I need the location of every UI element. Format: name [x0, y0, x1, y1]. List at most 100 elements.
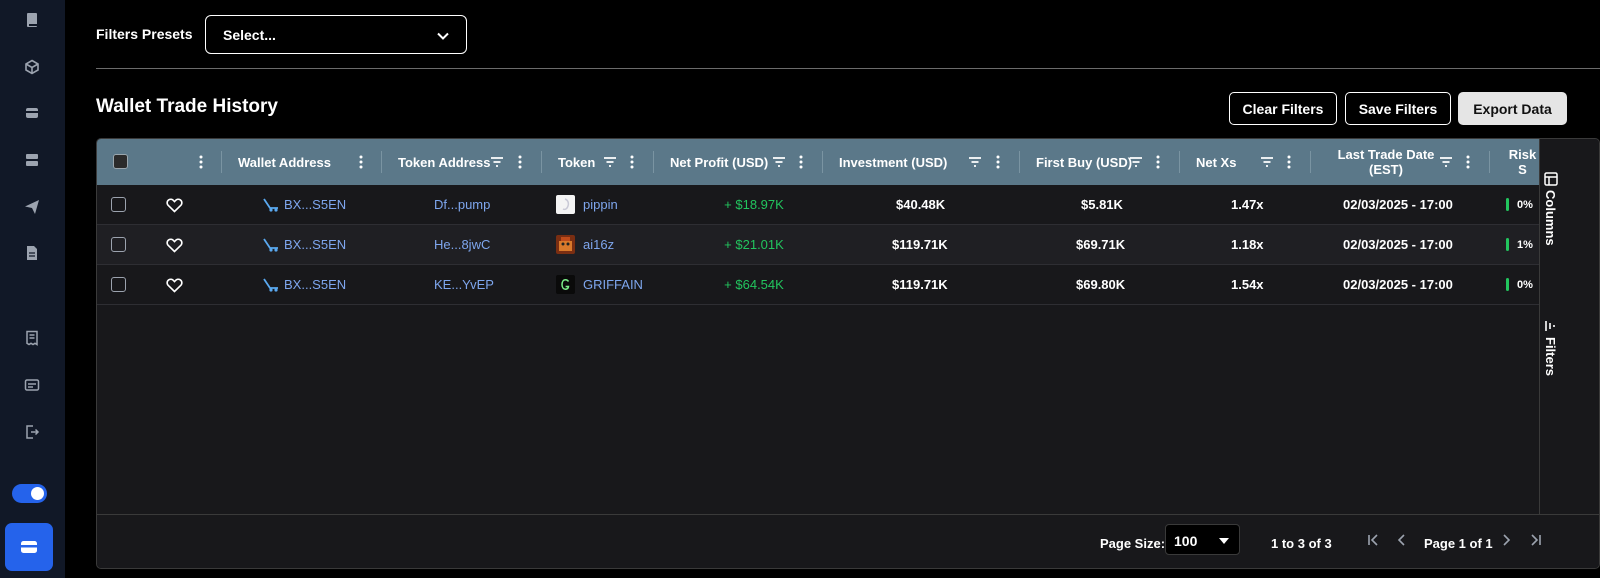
export-data-button[interactable]: Export Data: [1458, 92, 1567, 125]
header-separator: [1179, 151, 1180, 173]
token-address-cell[interactable]: Df...pump: [434, 185, 490, 224]
heart-icon[interactable]: [166, 237, 183, 253]
row-checkbox[interactable]: [111, 237, 126, 252]
first-buy-cell: $69.71K: [1076, 237, 1126, 252]
wallet-type-icon: [263, 238, 278, 252]
filter-icon[interactable]: [967, 154, 983, 170]
header-token[interactable]: Token: [558, 139, 595, 185]
wallet-icon: [21, 541, 37, 553]
columns-tab[interactable]: Columns: [1543, 172, 1558, 246]
column-menu-icon[interactable]: [193, 154, 209, 170]
active-wallet-nav[interactable]: [5, 523, 53, 571]
token-cell[interactable]: GRIFFAIN: [556, 265, 643, 304]
token-cell[interactable]: ai16z: [556, 225, 614, 264]
net-profit-cell: + $21.01K: [724, 237, 784, 252]
column-menu-icon[interactable]: [512, 154, 528, 170]
cube-icon[interactable]: [21, 56, 43, 78]
column-menu-icon[interactable]: [624, 154, 640, 170]
net-profit-cell: + $64.54K: [724, 277, 784, 292]
header-investment[interactable]: Investment (USD): [839, 139, 947, 185]
select-all-checkbox[interactable]: [113, 154, 128, 169]
wallet-address-cell[interactable]: BX...S5EN: [263, 185, 346, 224]
column-menu-icon[interactable]: [1281, 154, 1297, 170]
column-menu-icon[interactable]: [1150, 154, 1166, 170]
column-menu-icon[interactable]: [1460, 154, 1476, 170]
risk-indicator: [1506, 198, 1509, 211]
chevron-down-icon: [437, 32, 449, 40]
risk-cell: 0%: [1506, 265, 1533, 304]
token-address-cell[interactable]: He...8jwC: [434, 225, 490, 264]
table-row[interactable]: BX...S5EN He...8jwC ai16z + $21.01K $119…: [97, 225, 1539, 265]
table-row[interactable]: BX...S5EN Df...pump pippin + $18.97K $40…: [97, 185, 1539, 225]
column-menu-icon[interactable]: [990, 154, 1006, 170]
wallet-icon[interactable]: [21, 102, 43, 124]
filters-tab[interactable]: Filters: [1543, 319, 1558, 376]
header-separator: [653, 151, 654, 173]
theme-toggle[interactable]: [12, 484, 47, 503]
card-icon[interactable]: [21, 374, 43, 396]
net-xs-cell: 1.18x: [1231, 237, 1264, 252]
header-token-address[interactable]: Token Address: [398, 139, 490, 185]
receipt-icon[interactable]: [21, 327, 43, 349]
main-content: Filters Presets Select... Wallet Trade H…: [65, 0, 1600, 578]
header-risk-score[interactable]: Risk S: [1506, 139, 1539, 185]
heart-icon[interactable]: [166, 277, 183, 293]
last-trade-cell: 02/03/2025 - 17:00: [1343, 197, 1453, 212]
net-xs-cell: 1.47x: [1231, 197, 1264, 212]
send-icon[interactable]: [21, 196, 43, 218]
logout-icon[interactable]: [21, 421, 43, 443]
heart-icon[interactable]: [166, 197, 183, 213]
filter-icon[interactable]: [602, 154, 618, 170]
filters-presets-select[interactable]: Select...: [205, 15, 467, 54]
investment-cell: $119.71K: [892, 277, 948, 292]
token-cell[interactable]: pippin: [556, 185, 618, 224]
first-page-icon[interactable]: [1365, 532, 1381, 548]
trade-history-grid: Wallet Address Token Address Token Net P…: [96, 138, 1600, 569]
risk-indicator: [1506, 238, 1509, 251]
header-separator: [381, 151, 382, 173]
net-xs-cell: 1.54x: [1231, 277, 1264, 292]
filter-icon[interactable]: [1259, 154, 1275, 170]
columns-icon: [1543, 172, 1558, 186]
sidebar: [0, 0, 65, 578]
wallet-address-cell[interactable]: BX...S5EN: [263, 265, 346, 304]
token-address-cell[interactable]: KE...YvEP: [434, 265, 494, 304]
row-checkbox[interactable]: [111, 197, 126, 212]
preset-select-value: Select...: [223, 27, 276, 43]
table-row[interactable]: BX...S5EN KE...YvEP GRIFFAIN + $64.54K $…: [97, 265, 1539, 305]
filter-icon: [1544, 321, 1555, 331]
save-filters-button[interactable]: Save Filters: [1345, 92, 1451, 125]
wallet-type-icon: [263, 198, 278, 212]
last-trade-cell: 02/03/2025 - 17:00: [1343, 277, 1453, 292]
column-menu-icon[interactable]: [353, 154, 369, 170]
header-separator: [1489, 151, 1490, 173]
grid-footer: Page Size: 100 1 to 3 of 3 Page 1 of 1: [97, 514, 1599, 568]
filter-icon[interactable]: [1438, 154, 1454, 170]
filters-presets-label: Filters Presets: [96, 26, 193, 42]
header-net-profit[interactable]: Net Profit (USD): [670, 139, 768, 185]
wallet-address-cell[interactable]: BX...S5EN: [263, 225, 346, 264]
filter-icon[interactable]: [771, 154, 787, 170]
header-first-buy[interactable]: First Buy (USD): [1036, 139, 1132, 185]
row-checkbox[interactable]: [111, 277, 126, 292]
page-size-select[interactable]: 100: [1165, 524, 1240, 555]
filter-icon[interactable]: [1128, 154, 1144, 170]
clear-filters-button[interactable]: Clear Filters: [1229, 92, 1337, 125]
document-icon[interactable]: [21, 242, 43, 264]
last-page-icon[interactable]: [1528, 532, 1544, 548]
book-icon[interactable]: [21, 9, 43, 31]
previous-page-icon[interactable]: [1394, 532, 1410, 548]
header-wallet-address[interactable]: Wallet Address: [238, 139, 331, 185]
row-range-text: 1 to 3 of 3: [1271, 536, 1332, 551]
column-menu-icon[interactable]: [793, 154, 809, 170]
server-icon[interactable]: [21, 149, 43, 171]
page-size-value: 100: [1174, 533, 1198, 549]
header-net-xs[interactable]: Net Xs: [1196, 139, 1236, 185]
header-last-trade-date[interactable]: Last Trade Date (EST): [1327, 139, 1445, 185]
page-title: Wallet Trade History: [96, 96, 278, 117]
header-separator: [541, 151, 542, 173]
next-page-icon[interactable]: [1498, 532, 1514, 548]
risk-cell: 0%: [1506, 185, 1533, 224]
first-buy-cell: $5.81K: [1081, 197, 1123, 212]
filter-icon[interactable]: [489, 154, 505, 170]
